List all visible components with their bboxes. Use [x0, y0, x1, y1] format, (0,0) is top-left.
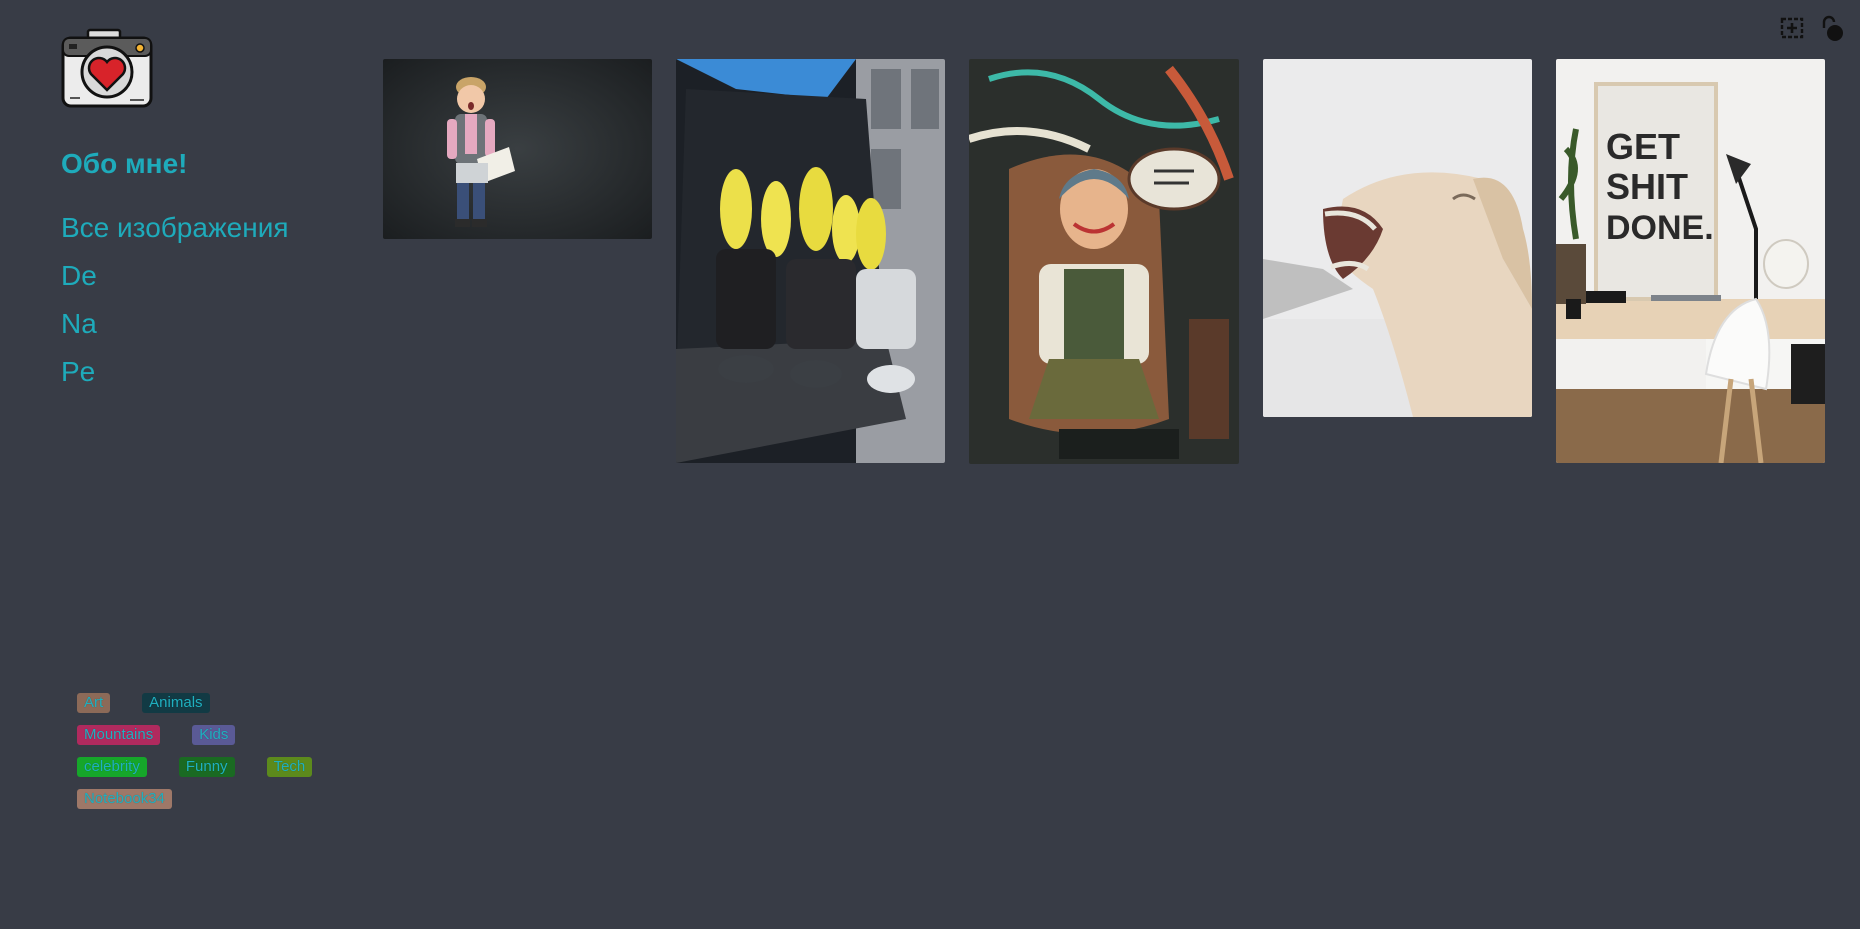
tag-animals[interactable]: Animals — [142, 693, 210, 713]
nav-item-de[interactable]: De — [61, 258, 289, 306]
sidebar-nav: Все изображения De Na Pe — [61, 210, 289, 402]
street-art-woman-photo[interactable] — [969, 59, 1239, 464]
tag-kids[interactable]: Kids — [192, 725, 236, 745]
kid-with-book-photo[interactable] — [383, 59, 652, 239]
tag-celebrity[interactable]: celebrity — [77, 757, 147, 777]
nav-item-pe[interactable]: Pe — [61, 354, 289, 402]
poster-line-3: DONE. — [1606, 209, 1714, 247]
tag-row: celebrity Funny Tech — [77, 757, 357, 789]
tag-mountains[interactable]: Mountains — [77, 725, 161, 745]
tag-row: Mountains Kids — [77, 725, 357, 757]
tag-tech[interactable]: Tech — [266, 757, 313, 777]
tag-row: Notebook34 — [77, 789, 357, 821]
header-toolbar — [1778, 14, 1846, 42]
camera-heart-icon[interactable] — [60, 28, 154, 110]
laughing-horse-photo[interactable] — [1263, 59, 1532, 417]
tag-row: Art Animals — [77, 693, 357, 725]
desk-poster-photo[interactable]: GET SHIT DONE. — [1556, 59, 1825, 463]
nav-item-na[interactable]: Na — [61, 306, 289, 354]
tag-funny[interactable]: Funny — [178, 757, 235, 777]
tag-art[interactable]: Art — [77, 693, 111, 713]
unlock-icon[interactable] — [1818, 14, 1846, 42]
poster-line-2: SHIT — [1606, 166, 1688, 207]
banana-costumes-photo[interactable] — [676, 59, 945, 463]
poster-line-1: GET — [1606, 126, 1680, 167]
nav-item-all-images[interactable]: Все изображения — [61, 210, 289, 258]
about-link[interactable]: Обо мне! — [61, 148, 187, 180]
tag-cloud: Art Animals Mountains Kids celebrity Fun… — [77, 693, 357, 821]
tag-notebook34[interactable]: Notebook34 — [77, 789, 172, 809]
add-image-icon[interactable] — [1778, 14, 1806, 42]
